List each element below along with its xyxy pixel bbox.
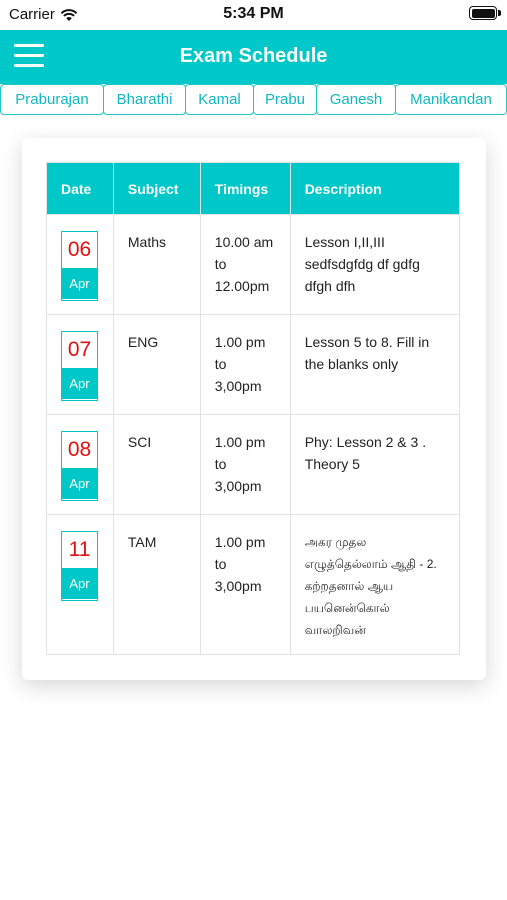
- schedule-card: Date Subject Timings Description 06 Apr …: [22, 138, 486, 680]
- date-month: Apr: [62, 268, 97, 299]
- table-row: 06 Apr Maths 10.00 am to 12.00pm Lesson …: [46, 214, 461, 315]
- battery-cap: [498, 10, 501, 16]
- tab-praburajan[interactable]: Praburajan: [0, 84, 104, 115]
- nav-bar: Exam Schedule: [0, 30, 507, 84]
- date-badge: 06 Apr: [61, 231, 98, 301]
- date-cell: 08 Apr: [46, 414, 114, 515]
- page-title: Exam Schedule: [179, 45, 328, 67]
- date-month: Apr: [62, 368, 97, 399]
- date-month: Apr: [62, 568, 97, 599]
- battery-icon: [469, 6, 497, 20]
- date-day: 07: [62, 332, 97, 368]
- date-badge: 08 Apr: [61, 431, 98, 501]
- table-header-row: Date Subject Timings Description: [46, 162, 461, 215]
- subject-cell: ENG: [112, 314, 201, 415]
- header-timings: Timings: [199, 162, 291, 215]
- table-row: 08 Apr SCI 1.00 pm to 3,00pm Phy: Lesson…: [46, 414, 461, 515]
- subject-cell: Maths: [112, 214, 201, 315]
- timings-cell: 1.00 pm to 3,00pm: [199, 514, 291, 655]
- date-day: 11: [62, 532, 97, 568]
- schedule-table: Date Subject Timings Description 06 Apr …: [46, 162, 461, 655]
- date-day: 08: [62, 432, 97, 468]
- date-badge: 11 Apr: [61, 531, 98, 601]
- date-cell: 07 Apr: [46, 314, 114, 415]
- date-badge: 07 Apr: [61, 331, 98, 401]
- tab-prabu[interactable]: Prabu: [253, 84, 317, 115]
- date-month: Apr: [62, 468, 97, 499]
- description-cell: Lesson 5 to 8. Fill in the blanks only: [289, 314, 461, 415]
- header-description: Description: [289, 162, 461, 215]
- tab-ganesh[interactable]: Ganesh: [316, 84, 396, 115]
- subject-cell: TAM: [112, 514, 201, 655]
- student-tabs: Praburajan Bharathi Kamal Prabu Ganesh M…: [0, 84, 507, 116]
- status-bar: Carrier 5:34 PM: [0, 0, 507, 30]
- description-cell: Lesson I,II,III sedfsdgfdg df gdfg dfgh …: [289, 214, 461, 315]
- tab-kamal[interactable]: Kamal: [185, 84, 254, 115]
- timings-cell: 10.00 am to 12.00pm: [199, 214, 291, 315]
- clock: 5:34 PM: [223, 5, 284, 22]
- tab-bharathi[interactable]: Bharathi: [103, 84, 186, 115]
- timings-cell: 1.00 pm to 3,00pm: [199, 414, 291, 515]
- date-cell: 06 Apr: [46, 214, 114, 315]
- date-day: 06: [62, 232, 97, 268]
- table-row: 07 Apr ENG 1.00 pm to 3,00pm Lesson 5 to…: [46, 314, 461, 415]
- date-cell: 11 Apr: [46, 514, 114, 655]
- tab-manikandan[interactable]: Manikandan: [395, 84, 507, 115]
- table-row: 11 Apr TAM 1.00 pm to 3,00pm அகர முதல எழ…: [46, 514, 461, 655]
- description-cell: Phy: Lesson 2 & 3 . Theory 5: [289, 414, 461, 515]
- subject-cell: SCI: [112, 414, 201, 515]
- description-cell: அகர முதல எழுத்தெல்லாம் ஆதி - 2. கற்றதனால…: [289, 514, 461, 655]
- header-date: Date: [46, 162, 114, 215]
- timings-cell: 1.00 pm to 3,00pm: [199, 314, 291, 415]
- header-subject: Subject: [112, 162, 201, 215]
